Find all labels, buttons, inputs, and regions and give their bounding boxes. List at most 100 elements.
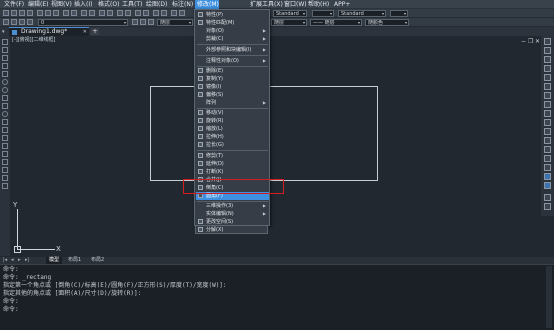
menu-view[interactable]: 视图(V) (49, 0, 74, 9)
menu-item-break[interactable]: 打断(K) (196, 168, 269, 176)
command-scrollbar[interactable] (546, 266, 552, 328)
command-input[interactable]: 命令: (3, 306, 19, 314)
edit-spline-icon[interactable] (544, 203, 551, 210)
spline-icon[interactable] (2, 103, 8, 109)
rotate-icon[interactable] (544, 92, 551, 99)
table-icon[interactable] (2, 175, 8, 181)
menu-item-xref-block-edit[interactable]: 外部参照和块编辑(I) ▶ (196, 46, 269, 54)
first-layout-icon[interactable]: |◂ (3, 257, 7, 264)
lock-icon[interactable] (27, 19, 33, 25)
menu-item-trim[interactable]: 修剪(T) (196, 152, 269, 160)
menu-extended-tools[interactable]: 扩展工具(X) (248, 0, 285, 9)
tool-palette-icon[interactable] (171, 10, 177, 16)
color-swatch-icon[interactable] (148, 19, 154, 25)
stretch-icon[interactable] (544, 110, 551, 117)
xline-icon[interactable] (2, 47, 8, 53)
menu-item-solid-editing[interactable]: 实体编辑(N) ▶ (196, 210, 269, 218)
menu-item-explode[interactable]: 分解(X) (195, 226, 268, 234)
move-icon[interactable] (544, 83, 551, 90)
break-icon[interactable] (544, 137, 551, 144)
bulb-icon[interactable] (11, 19, 17, 25)
menu-item-properties[interactable]: 特性(P) (196, 11, 269, 19)
save-icon[interactable] (19, 10, 25, 16)
layer-combo[interactable]: 0 ▾ (38, 19, 128, 26)
print-icon[interactable] (27, 10, 33, 16)
menu-item-mirror[interactable]: 镜像(I) (196, 83, 269, 91)
menu-insert[interactable]: 插入(I) (72, 0, 94, 9)
menu-app-plus[interactable]: APP+ (332, 0, 352, 9)
menu-draw[interactable]: 绘图(D) (144, 0, 169, 9)
edit-polyline-icon[interactable] (544, 194, 551, 201)
layer-previous-icon[interactable] (140, 19, 146, 25)
layer-manager-icon[interactable] (107, 10, 113, 16)
viewport-controls[interactable]: [-][俯视][二维线框] (12, 37, 56, 43)
copy-object-icon[interactable] (544, 47, 551, 54)
ellipse-icon[interactable] (2, 111, 8, 117)
dimstyle-combo[interactable]: Standard ▾ (338, 10, 386, 17)
menu-item-rotate[interactable]: 旋转(R) (196, 117, 269, 125)
menu-item-lengthen[interactable]: 拉长(G) (196, 141, 269, 149)
redo-icon[interactable] (71, 10, 77, 16)
pan-icon[interactable] (81, 10, 87, 16)
extend-icon[interactable] (544, 128, 551, 135)
menu-edit[interactable]: 编辑(E) (26, 0, 50, 9)
make-current-icon[interactable] (132, 19, 138, 25)
new-tab-button[interactable]: + (91, 28, 99, 35)
design-center-icon[interactable] (161, 10, 167, 16)
copy-icon[interactable] (45, 10, 51, 16)
menu-modify[interactable]: 修改(M) (195, 0, 219, 9)
zoom-icon[interactable] (89, 10, 95, 16)
revcloud-icon[interactable] (2, 95, 8, 101)
tab-drawing1[interactable]: Drawing1.dwg* ✕ (9, 27, 89, 36)
menu-item-3d-operations[interactable]: 三维操作(3) ▶ (196, 202, 269, 210)
help-icon[interactable] (153, 10, 159, 16)
sun-icon[interactable] (19, 19, 25, 25)
point-icon[interactable] (2, 143, 8, 149)
menu-item-object[interactable]: 对象(O) ▶ (196, 27, 269, 35)
mtext-icon[interactable] (2, 183, 8, 189)
lineweight-combo[interactable]: —— 随层 ▾ (310, 19, 362, 26)
close-icon[interactable]: ✕ (535, 39, 540, 45)
rectangle-icon[interactable] (2, 71, 8, 77)
insert-block-icon[interactable] (2, 127, 8, 133)
plot-color-combo[interactable]: 随颜色 ▾ (365, 19, 409, 26)
explode-icon[interactable] (544, 173, 551, 180)
plot-style-combo[interactable]: ▾ (390, 10, 408, 17)
restore-icon[interactable]: ❐ (528, 39, 533, 45)
menu-item-copy[interactable]: 复制(Y) (196, 75, 269, 83)
cut-icon[interactable] (37, 10, 43, 16)
trim-icon[interactable] (544, 119, 551, 126)
tab-model[interactable]: 模型 (46, 257, 63, 264)
menu-file[interactable]: 文件(F) (2, 0, 26, 9)
make-block-icon[interactable] (2, 135, 8, 141)
undo-icon[interactable] (63, 10, 69, 16)
next-layout-icon[interactable]: ▸ (18, 257, 21, 264)
layer-state-icon[interactable] (3, 19, 9, 25)
menu-item-annotative[interactable]: 注释性对象(O) ▶ (196, 57, 269, 65)
menu-item-clip[interactable]: 剪裁(C) ▶ (196, 35, 269, 43)
menu-item-match-properties[interactable]: 特性匹配(M) (196, 19, 269, 27)
erase-icon[interactable] (544, 38, 551, 45)
last-layout-icon[interactable]: ▸| (25, 257, 29, 264)
menu-item-erase[interactable]: 删除(E) (196, 67, 269, 75)
open-icon[interactable] (11, 10, 17, 16)
join-icon[interactable] (544, 146, 551, 153)
tab-layout2[interactable]: 布局2 (88, 257, 107, 264)
chamfer-icon[interactable] (544, 155, 551, 162)
close-tab-icon[interactable]: ✕ (83, 28, 87, 36)
menu-arrow-icon[interactable]: ▾ (2, 29, 5, 35)
match-icon[interactable] (117, 10, 123, 16)
layer-toggle-combo[interactable]: ▾ (312, 10, 334, 17)
calc-icon[interactable] (143, 10, 149, 16)
menu-item-scale[interactable]: 缩放(L) (196, 125, 269, 133)
circle-icon[interactable] (2, 87, 8, 93)
minimize-icon[interactable]: − (521, 39, 526, 45)
properties-icon[interactable] (99, 10, 105, 16)
hatch-icon[interactable] (2, 151, 8, 157)
scale-icon[interactable] (544, 101, 551, 108)
mirror-icon[interactable] (544, 56, 551, 63)
fillet-icon[interactable] (544, 164, 551, 171)
menu-item-stretch[interactable]: 拉伸(H) (196, 133, 269, 141)
gradient-icon[interactable] (2, 159, 8, 165)
region-icon[interactable] (2, 167, 8, 173)
